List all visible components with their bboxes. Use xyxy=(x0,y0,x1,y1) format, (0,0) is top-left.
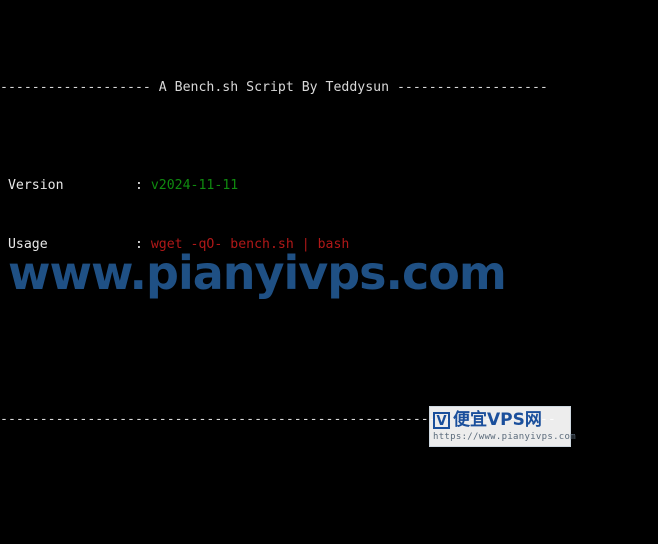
terminal-output: ------------------- A Bench.sh Script By… xyxy=(0,0,658,544)
terminal-window: ------------------- A Bench.sh Script By… xyxy=(0,0,658,544)
separator-top: ----------------------------------------… xyxy=(0,412,556,428)
row-version-value: v2024-11-11 xyxy=(150,177,239,193)
row-usage-label: Usage : xyxy=(0,236,151,252)
row-version-label: Version : xyxy=(0,177,151,193)
spacer-2 xyxy=(0,489,658,509)
banner-title-line: ------------------- A Bench.sh Script By… xyxy=(0,80,548,96)
row-version: Version : v2024-11-11 xyxy=(0,176,658,196)
row-usage: Usage : wget -qO- bench.sh | bash xyxy=(0,235,658,255)
row-usage-value: wget -qO- bench.sh | bash xyxy=(150,236,350,252)
spacer-1 xyxy=(0,313,658,333)
